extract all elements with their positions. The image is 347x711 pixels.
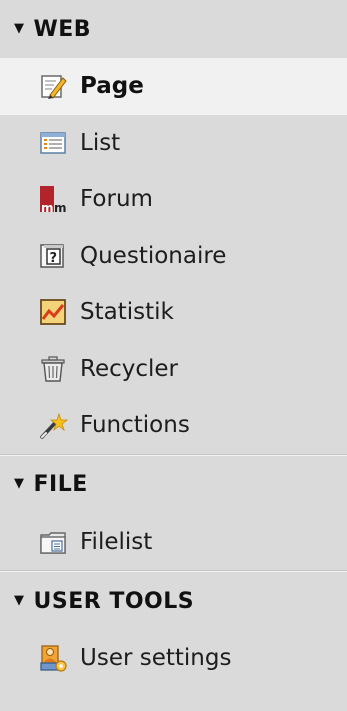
user-settings-icon — [38, 643, 68, 673]
menu-item-label: Recycler — [80, 355, 178, 382]
menu-item-filelist[interactable]: Filelist — [0, 514, 347, 571]
magic-wand-icon — [38, 410, 68, 440]
forum-mm-icon: m m — [38, 184, 68, 214]
svg-text:m: m — [41, 201, 54, 214]
list-icon — [38, 128, 68, 158]
menu-item-forum[interactable]: m m Forum — [0, 171, 347, 228]
menu-item-list[interactable]: List — [0, 115, 347, 172]
section-title-user-tools: USER TOOLS — [33, 588, 195, 614]
section-title-file: FILE — [33, 472, 88, 497]
filelist-folder-icon — [38, 527, 68, 557]
collapse-arrow-icon: ▼ — [14, 20, 25, 36]
menu-item-label: Statistik — [80, 299, 174, 326]
menu-item-questionaire[interactable]: ? Questionaire — [0, 228, 347, 285]
section-header-web[interactable]: ▼ WEB — [0, 0, 347, 58]
menu-item-recycler[interactable]: Recycler — [0, 341, 347, 398]
svg-text:?: ? — [50, 251, 58, 266]
trash-icon — [38, 354, 68, 384]
statistik-chart-icon — [38, 297, 68, 327]
page-edit-icon — [38, 71, 68, 101]
menu-item-label: Functions — [80, 412, 190, 439]
menu-item-label: Filelist — [80, 528, 153, 555]
questionaire-icon: ? — [38, 241, 68, 271]
menu-item-label: Forum — [80, 186, 153, 213]
section-header-user-tools[interactable]: ▼ USER TOOLS — [0, 572, 347, 630]
collapse-arrow-icon: ▼ — [14, 592, 25, 608]
module-menu: ▼ WEB Page List m m Forum ? Questionaire… — [0, 0, 347, 711]
menu-item-label: Page — [80, 73, 144, 100]
section-title-web: WEB — [33, 16, 92, 42]
menu-item-label: User settings — [80, 645, 232, 672]
menu-item-functions[interactable]: Functions — [0, 397, 347, 454]
section-header-file[interactable]: ▼ FILE — [0, 456, 347, 514]
menu-item-page[interactable]: Page — [0, 58, 347, 115]
collapse-arrow-icon: ▼ — [14, 476, 25, 491]
menu-item-label: Questionaire — [80, 242, 227, 269]
menu-item-label: List — [80, 129, 121, 156]
svg-text:m: m — [54, 201, 67, 214]
menu-item-user-settings[interactable]: User settings — [0, 630, 347, 687]
menu-item-statistik[interactable]: Statistik — [0, 284, 347, 341]
